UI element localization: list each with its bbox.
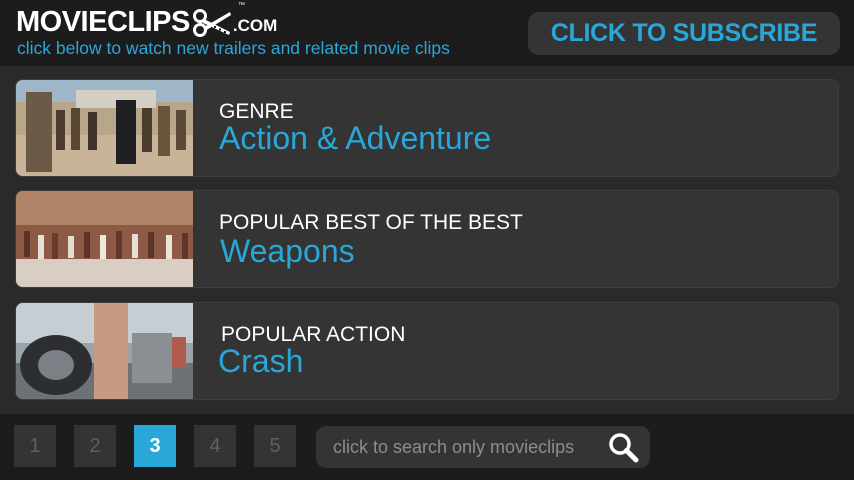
trademark-mark: ™ [238, 2, 245, 9]
clip-card-action-adventure[interactable]: GENRE Action & Adventure [15, 79, 839, 177]
clip-card-title: Weapons [220, 233, 355, 269]
search-input[interactable] [333, 426, 603, 468]
scissors-film-icon [192, 9, 231, 37]
page-button-5[interactable]: 5 [254, 425, 296, 467]
clip-thumbnail [16, 80, 193, 176]
clip-card-title: Action & Adventure [219, 120, 492, 156]
search-icon[interactable] [606, 430, 640, 464]
clip-thumbnail [16, 191, 193, 287]
clip-card-title: Crash [218, 343, 304, 379]
clip-list: GENRE Action & Adventure POPULAR BEST OF… [0, 66, 854, 414]
page-button-2[interactable]: 2 [74, 425, 116, 467]
movieclips-logo[interactable]: MOVIECLIPS .COM [16, 6, 277, 38]
page-button-1[interactable]: 1 [14, 425, 56, 467]
logo-wordmark: MOVIECLIPS [16, 6, 190, 38]
tagline: click below to watch new trailers and re… [17, 38, 450, 58]
subscribe-button[interactable]: CLICK TO SUBSCRIBE [528, 12, 840, 55]
search-box [316, 426, 650, 468]
clip-card-weapons[interactable]: POPULAR BEST OF THE BEST Weapons [15, 190, 839, 288]
clip-card-crash[interactable]: POPULAR ACTION Crash [15, 302, 839, 400]
page-button-4[interactable]: 4 [194, 425, 236, 467]
footer-bar: 1 2 3 4 5 [0, 414, 854, 480]
page-button-3-current[interactable]: 3 [134, 425, 176, 467]
clip-card-subtitle: POPULAR BEST OF THE BEST [219, 211, 523, 234]
logo-dotcom: .COM [232, 16, 278, 35]
header-bar: MOVIECLIPS .COM ™ click below to watch n… [0, 0, 854, 66]
clip-thumbnail [16, 303, 193, 399]
